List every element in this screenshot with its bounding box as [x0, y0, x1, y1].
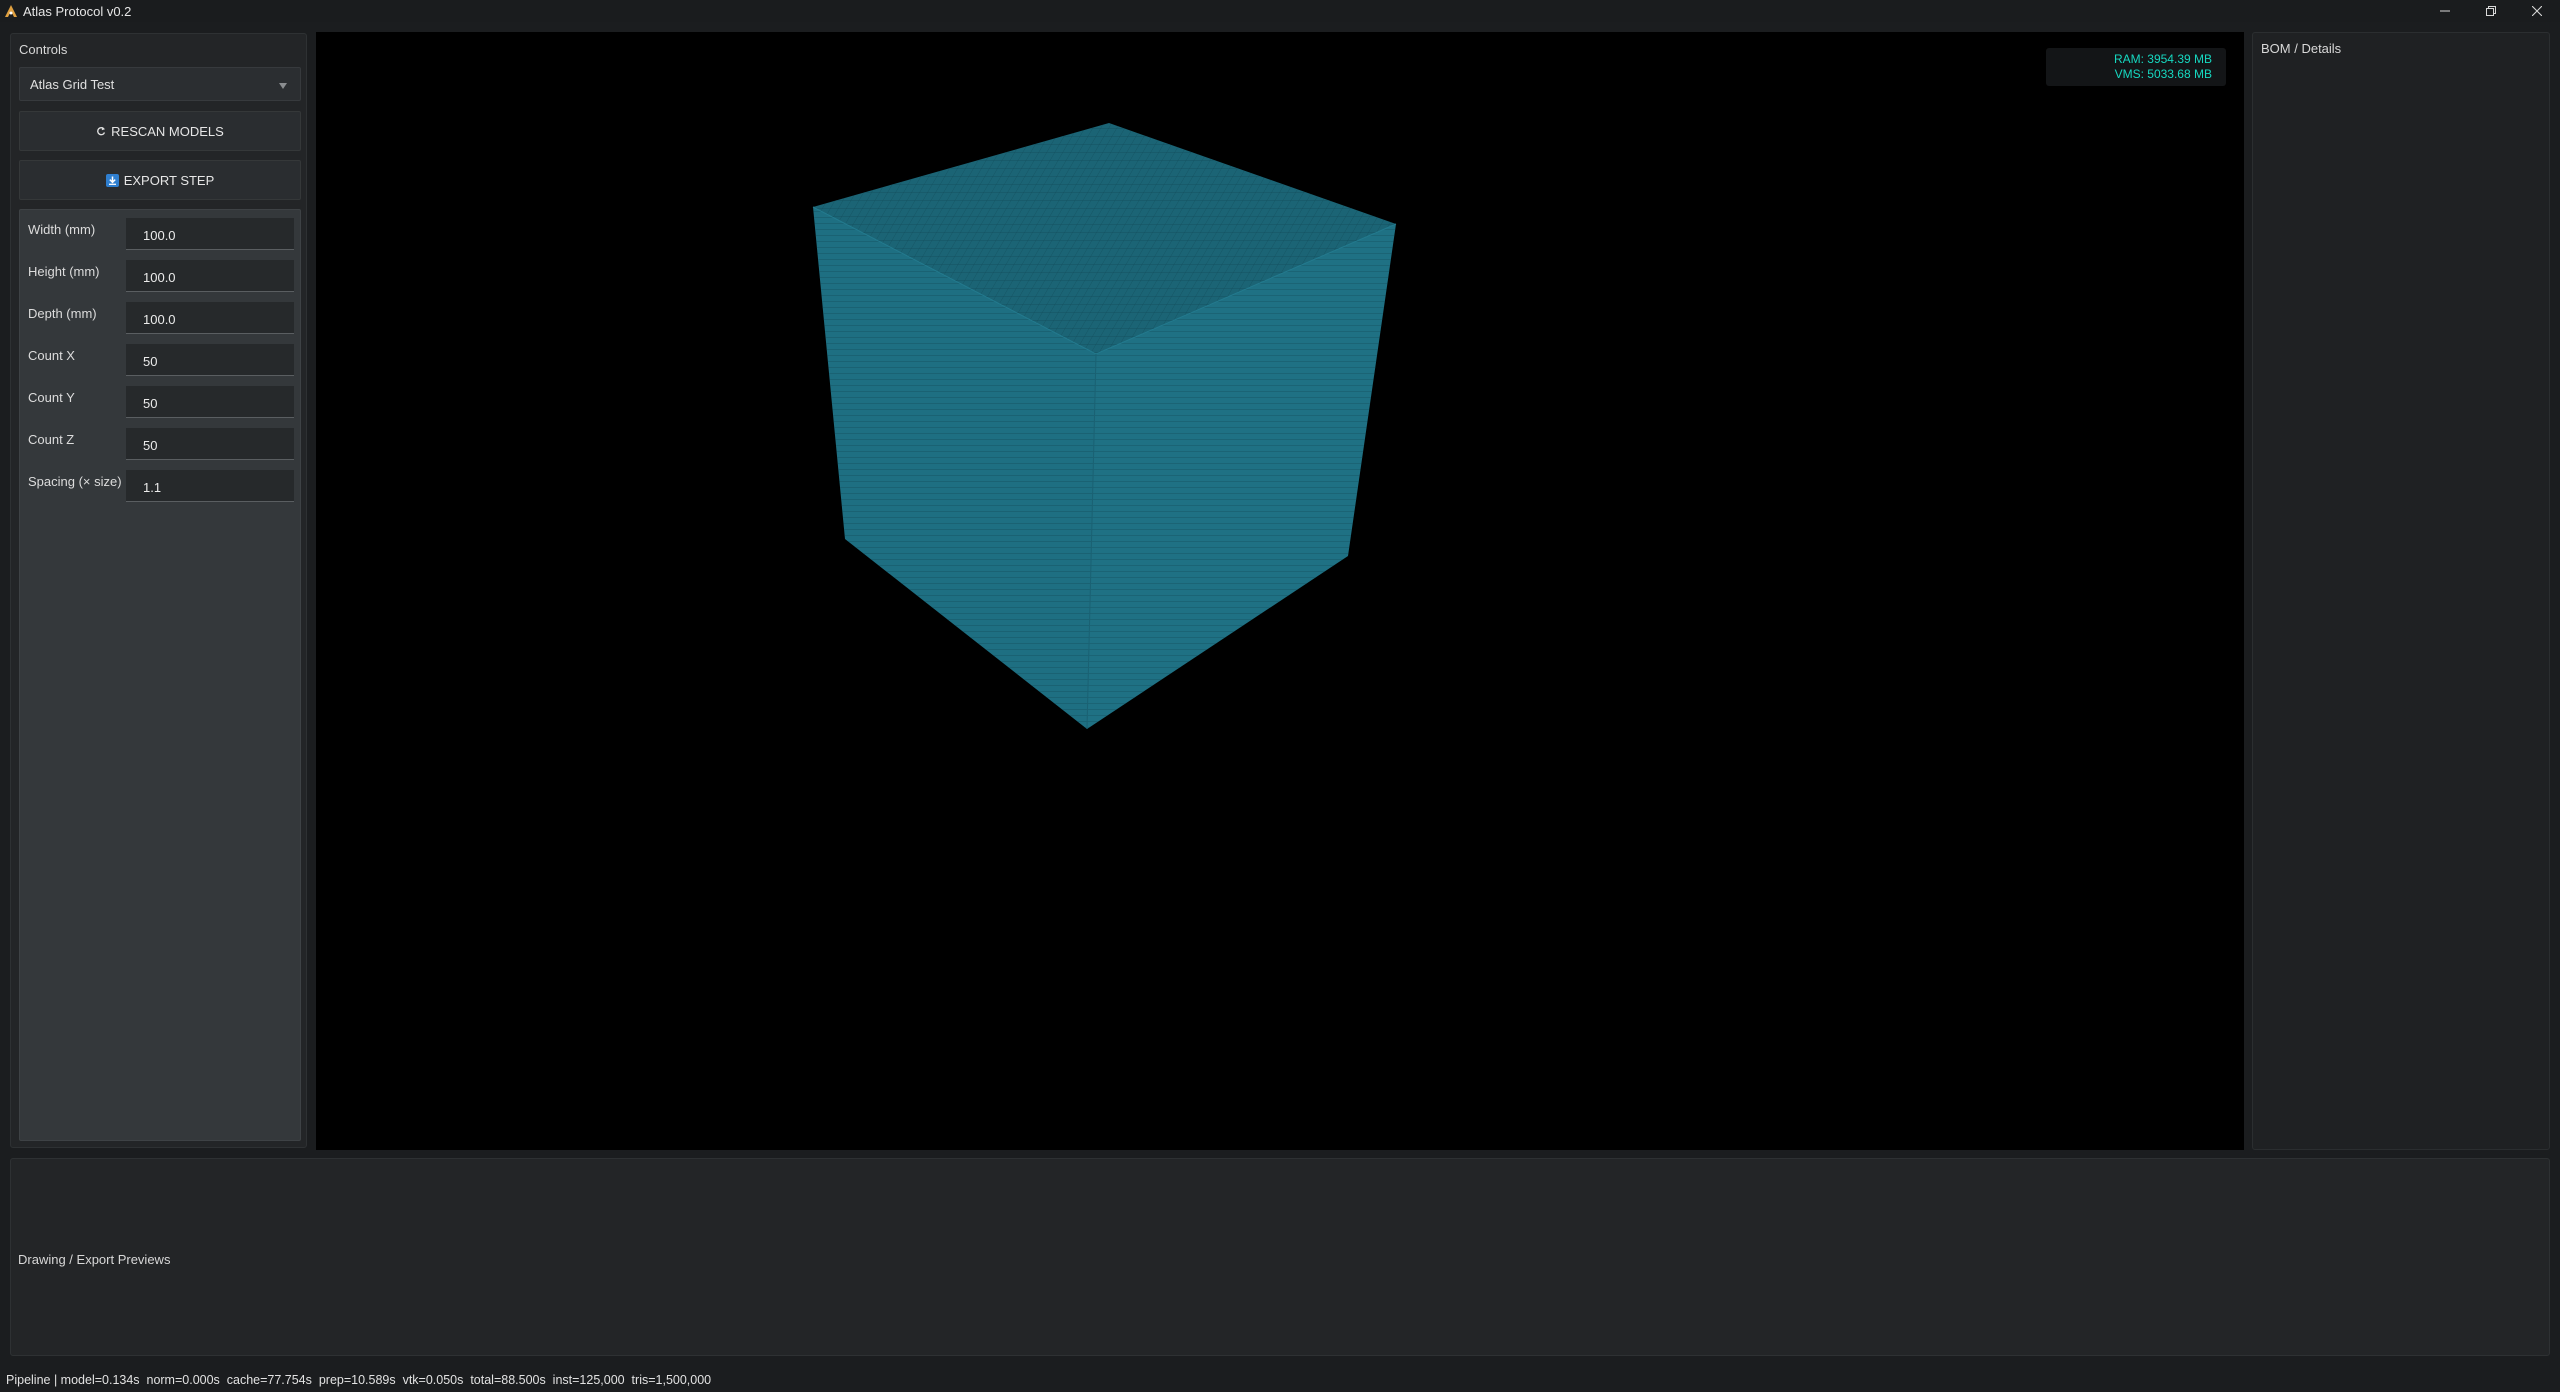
- export-step-label: EXPORT STEP: [123, 172, 215, 188]
- close-icon: [2532, 6, 2542, 16]
- 3d-viewport[interactable]: RAM: 3954.39 MB VMS: 5033.68 MB: [316, 32, 2244, 1150]
- controls-panel-title: Controls: [19, 42, 68, 57]
- window-controls: [2422, 0, 2560, 22]
- controls-panel: Controls Atlas Grid Test RESCAN MODELS E…: [10, 33, 307, 1148]
- ram-readout: RAM: 3954.39 MB: [2113, 52, 2212, 66]
- close-button[interactable]: [2514, 0, 2560, 22]
- bom-details-title: BOM / Details: [2261, 41, 2342, 56]
- count-z-label: Count Z: [28, 432, 75, 447]
- window-title: Atlas Protocol v0.2: [23, 3, 132, 19]
- export-step-button[interactable]: EXPORT STEP: [19, 160, 301, 200]
- spacing-label: Spacing (× size): [28, 474, 122, 489]
- rescan-models-label: RESCAN MODELS: [111, 123, 224, 139]
- restore-icon: [2486, 6, 2496, 16]
- vms-readout: VMS: 5033.68 MB: [2114, 67, 2212, 81]
- param-row-width: Width (mm): [20, 216, 300, 250]
- refresh-icon: [96, 126, 106, 136]
- title-bar: Atlas Protocol v0.2: [0, 0, 2560, 22]
- count-z-input[interactable]: [126, 428, 294, 460]
- depth-label: Depth (mm): [28, 306, 97, 321]
- bom-details-panel: BOM / Details: [2252, 32, 2550, 1150]
- drawing-export-previews-title: Drawing / Export Previews: [18, 1252, 171, 1267]
- pipeline-status-text: Pipeline | model=0.134s norm=0.000s cach…: [6, 1373, 712, 1387]
- minimize-icon: [2440, 10, 2450, 12]
- app-logo-icon: [4, 4, 18, 18]
- minimize-button[interactable]: [2422, 0, 2468, 22]
- param-row-height: Height (mm): [20, 258, 300, 292]
- count-x-label: Count X: [28, 348, 75, 363]
- count-y-input[interactable]: [126, 386, 294, 418]
- height-input[interactable]: [126, 260, 294, 292]
- model-select[interactable]: Atlas Grid Test: [19, 67, 301, 101]
- restore-button[interactable]: [2468, 0, 2514, 22]
- download-icon: [105, 173, 119, 187]
- parameters-form: Width (mm) Height (mm) Depth (mm) Count …: [19, 209, 301, 1141]
- drawing-export-previews-panel: Drawing / Export Previews: [10, 1158, 2550, 1356]
- chevron-down-icon: [278, 79, 288, 94]
- status-bar: Pipeline | model=0.134s norm=0.000s cach…: [0, 1366, 2560, 1392]
- cube-render: [812, 123, 1397, 730]
- width-label: Width (mm): [28, 222, 96, 237]
- count-x-input[interactable]: [126, 344, 294, 376]
- param-row-spacing: Spacing (× size): [20, 468, 300, 502]
- count-y-label: Count Y: [28, 390, 75, 405]
- width-input[interactable]: [126, 218, 294, 250]
- spacing-input[interactable]: [126, 470, 294, 502]
- model-select-value: Atlas Grid Test: [30, 76, 115, 92]
- depth-input[interactable]: [126, 302, 294, 334]
- param-row-count-z: Count Z: [20, 426, 300, 460]
- param-row-count-y: Count Y: [20, 384, 300, 418]
- memory-overlay: RAM: 3954.39 MB VMS: 5033.68 MB: [2046, 48, 2226, 86]
- height-label: Height (mm): [28, 264, 100, 279]
- param-row-depth: Depth (mm): [20, 300, 300, 334]
- param-row-count-x: Count X: [20, 342, 300, 376]
- rescan-models-button[interactable]: RESCAN MODELS: [19, 111, 301, 151]
